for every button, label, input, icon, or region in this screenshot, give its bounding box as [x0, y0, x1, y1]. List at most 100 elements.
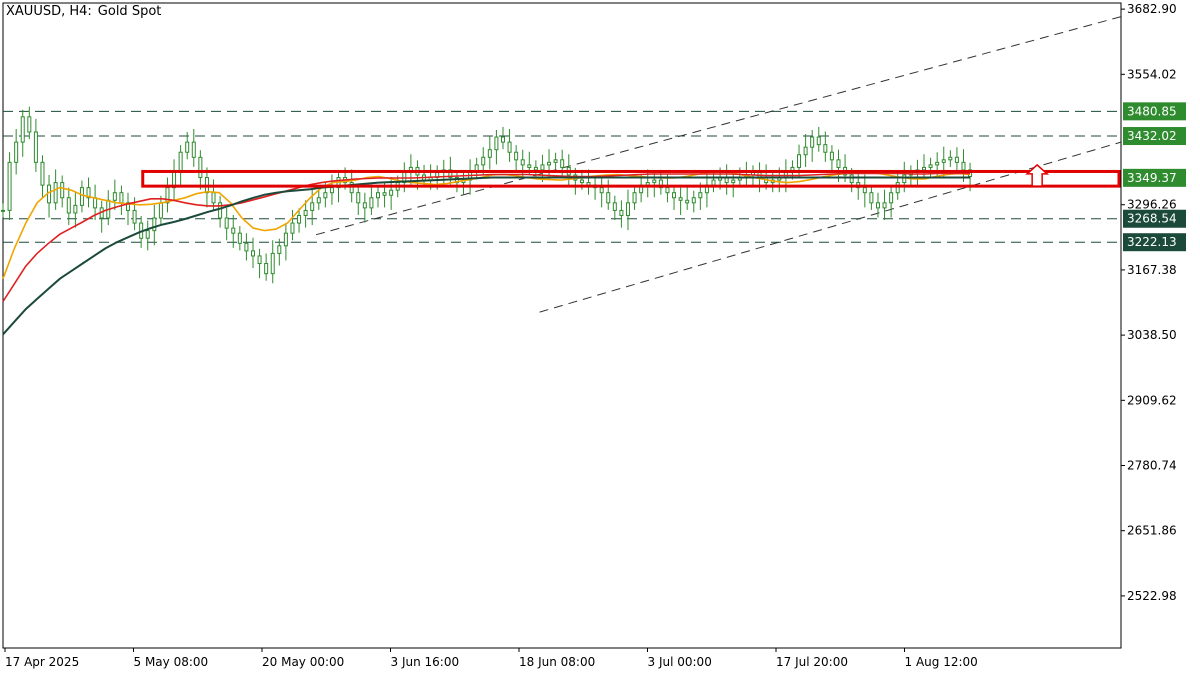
y-tick-label: 2522.98	[1127, 589, 1177, 603]
price-tag-label: 3349.37	[1127, 171, 1177, 185]
candle-body	[231, 227, 236, 234]
candle-body	[224, 217, 229, 229]
candle-body	[244, 242, 249, 252]
candle-body	[152, 217, 157, 232]
description-label: Gold Spot	[97, 4, 162, 19]
candle-body	[264, 263, 269, 275]
candle-body	[902, 174, 907, 184]
candle-body	[178, 151, 183, 173]
candle-body	[481, 156, 486, 166]
candle-body	[211, 192, 216, 204]
price-tag: 3222.13	[1123, 233, 1186, 252]
candle-body	[14, 141, 19, 163]
candle-body	[652, 179, 657, 184]
price-tag: 3480.85	[1123, 102, 1186, 121]
price-tag: 3349.37	[1123, 168, 1186, 187]
x-tick-label: 20 May 00:00	[262, 655, 344, 669]
candle-body	[527, 164, 532, 168]
plot-frame	[2, 2, 1122, 649]
candle-body	[829, 151, 834, 161]
candle-body	[185, 141, 190, 153]
price-candles	[1, 106, 973, 284]
candle-body	[803, 146, 808, 156]
candle-body	[494, 136, 499, 151]
chart: 3682.90 3554.02 3296.26 3167.38 3038.50 2909.…	[0, 0, 1200, 675]
candle-body	[145, 230, 150, 239]
candle-body	[935, 161, 940, 166]
candle-body	[553, 159, 558, 163]
candle-body	[66, 197, 71, 214]
candle-body	[270, 252, 275, 275]
candle-body	[7, 161, 12, 211]
candle-body	[875, 202, 880, 209]
candle-body	[310, 202, 315, 211]
x-tick-label: 5 May 08:00	[134, 655, 209, 669]
candle-body	[961, 161, 966, 171]
candle-body	[119, 192, 124, 204]
resistance-zone	[141, 169, 1121, 188]
candle-body	[797, 154, 802, 168]
x-tick-label: 17 Apr 2025	[5, 655, 79, 669]
candle-body	[362, 202, 367, 209]
candle-body	[375, 192, 380, 199]
candle-body	[237, 232, 242, 244]
candle-body	[941, 159, 946, 163]
candle-body	[665, 187, 670, 194]
candle-body	[158, 202, 163, 219]
price-tag-label: 3480.85	[1127, 104, 1177, 118]
price-tag-label: 3268.54	[1127, 212, 1177, 226]
candle-body	[533, 166, 538, 171]
candle-body	[40, 161, 45, 186]
candle-body	[836, 159, 841, 168]
candle-body	[389, 189, 394, 196]
candle-body	[823, 144, 828, 153]
x-tick-label: 3 Jun 16:00	[391, 655, 460, 669]
candle-body	[632, 192, 637, 204]
candle-body	[60, 182, 65, 199]
candle-body	[73, 204, 78, 214]
x-tick-label: 17 Jul 20:00	[776, 655, 848, 669]
chart-title: XAUUSD, H4: Gold Spot	[6, 4, 167, 19]
price-tag: 3268.54	[1123, 209, 1186, 228]
candle-body	[198, 156, 203, 179]
candle-body	[33, 131, 38, 163]
x-tick-label: 1 Aug 12:00	[905, 655, 978, 669]
up-arrow-icon	[1025, 163, 1050, 187]
candle-body	[290, 222, 295, 234]
candle-body	[250, 250, 255, 257]
candle-body	[954, 156, 959, 163]
candle-body	[514, 151, 519, 161]
y-tick-label: 3682.90	[1127, 2, 1177, 16]
candle-body	[862, 187, 867, 194]
candle-body	[816, 136, 821, 146]
candle-body	[257, 255, 262, 265]
candle-body	[711, 179, 716, 186]
price-tag: 3432.02	[1123, 127, 1186, 146]
candle-body	[606, 192, 611, 204]
candle-body	[928, 164, 933, 168]
x-axis: 17 Apr 2025 5 May 08:00 20 May 00:00 3 Jun …	[4, 648, 978, 669]
y-tick-label: 3038.50	[1127, 328, 1177, 342]
candle-body	[560, 159, 565, 168]
candle-body	[625, 202, 630, 216]
candle-body	[619, 209, 624, 216]
y-tick-label: 3554.02	[1127, 67, 1177, 81]
candle-body	[165, 187, 170, 204]
x-tick-label: 18 Jun 08:00	[519, 655, 595, 669]
candle-body	[20, 116, 25, 143]
candle-body	[356, 192, 361, 204]
candle-body	[500, 136, 505, 143]
x-tick-label: 3 Jul 00:00	[648, 655, 712, 669]
candle-body	[297, 214, 302, 224]
candle-body	[112, 192, 117, 201]
y-axis: 3682.90 3554.02 3296.26 3167.38 3038.50 2909.…	[1121, 2, 1177, 603]
candle-body	[53, 182, 58, 204]
candle-body	[520, 159, 525, 166]
y-tick-label: 2651.86	[1127, 524, 1177, 538]
candle-body	[698, 192, 703, 199]
candle-body	[283, 232, 288, 247]
y-tick-label: 3296.26	[1127, 198, 1177, 212]
candle-body	[579, 179, 584, 184]
candle-body	[191, 141, 196, 158]
candle-body	[540, 164, 545, 171]
